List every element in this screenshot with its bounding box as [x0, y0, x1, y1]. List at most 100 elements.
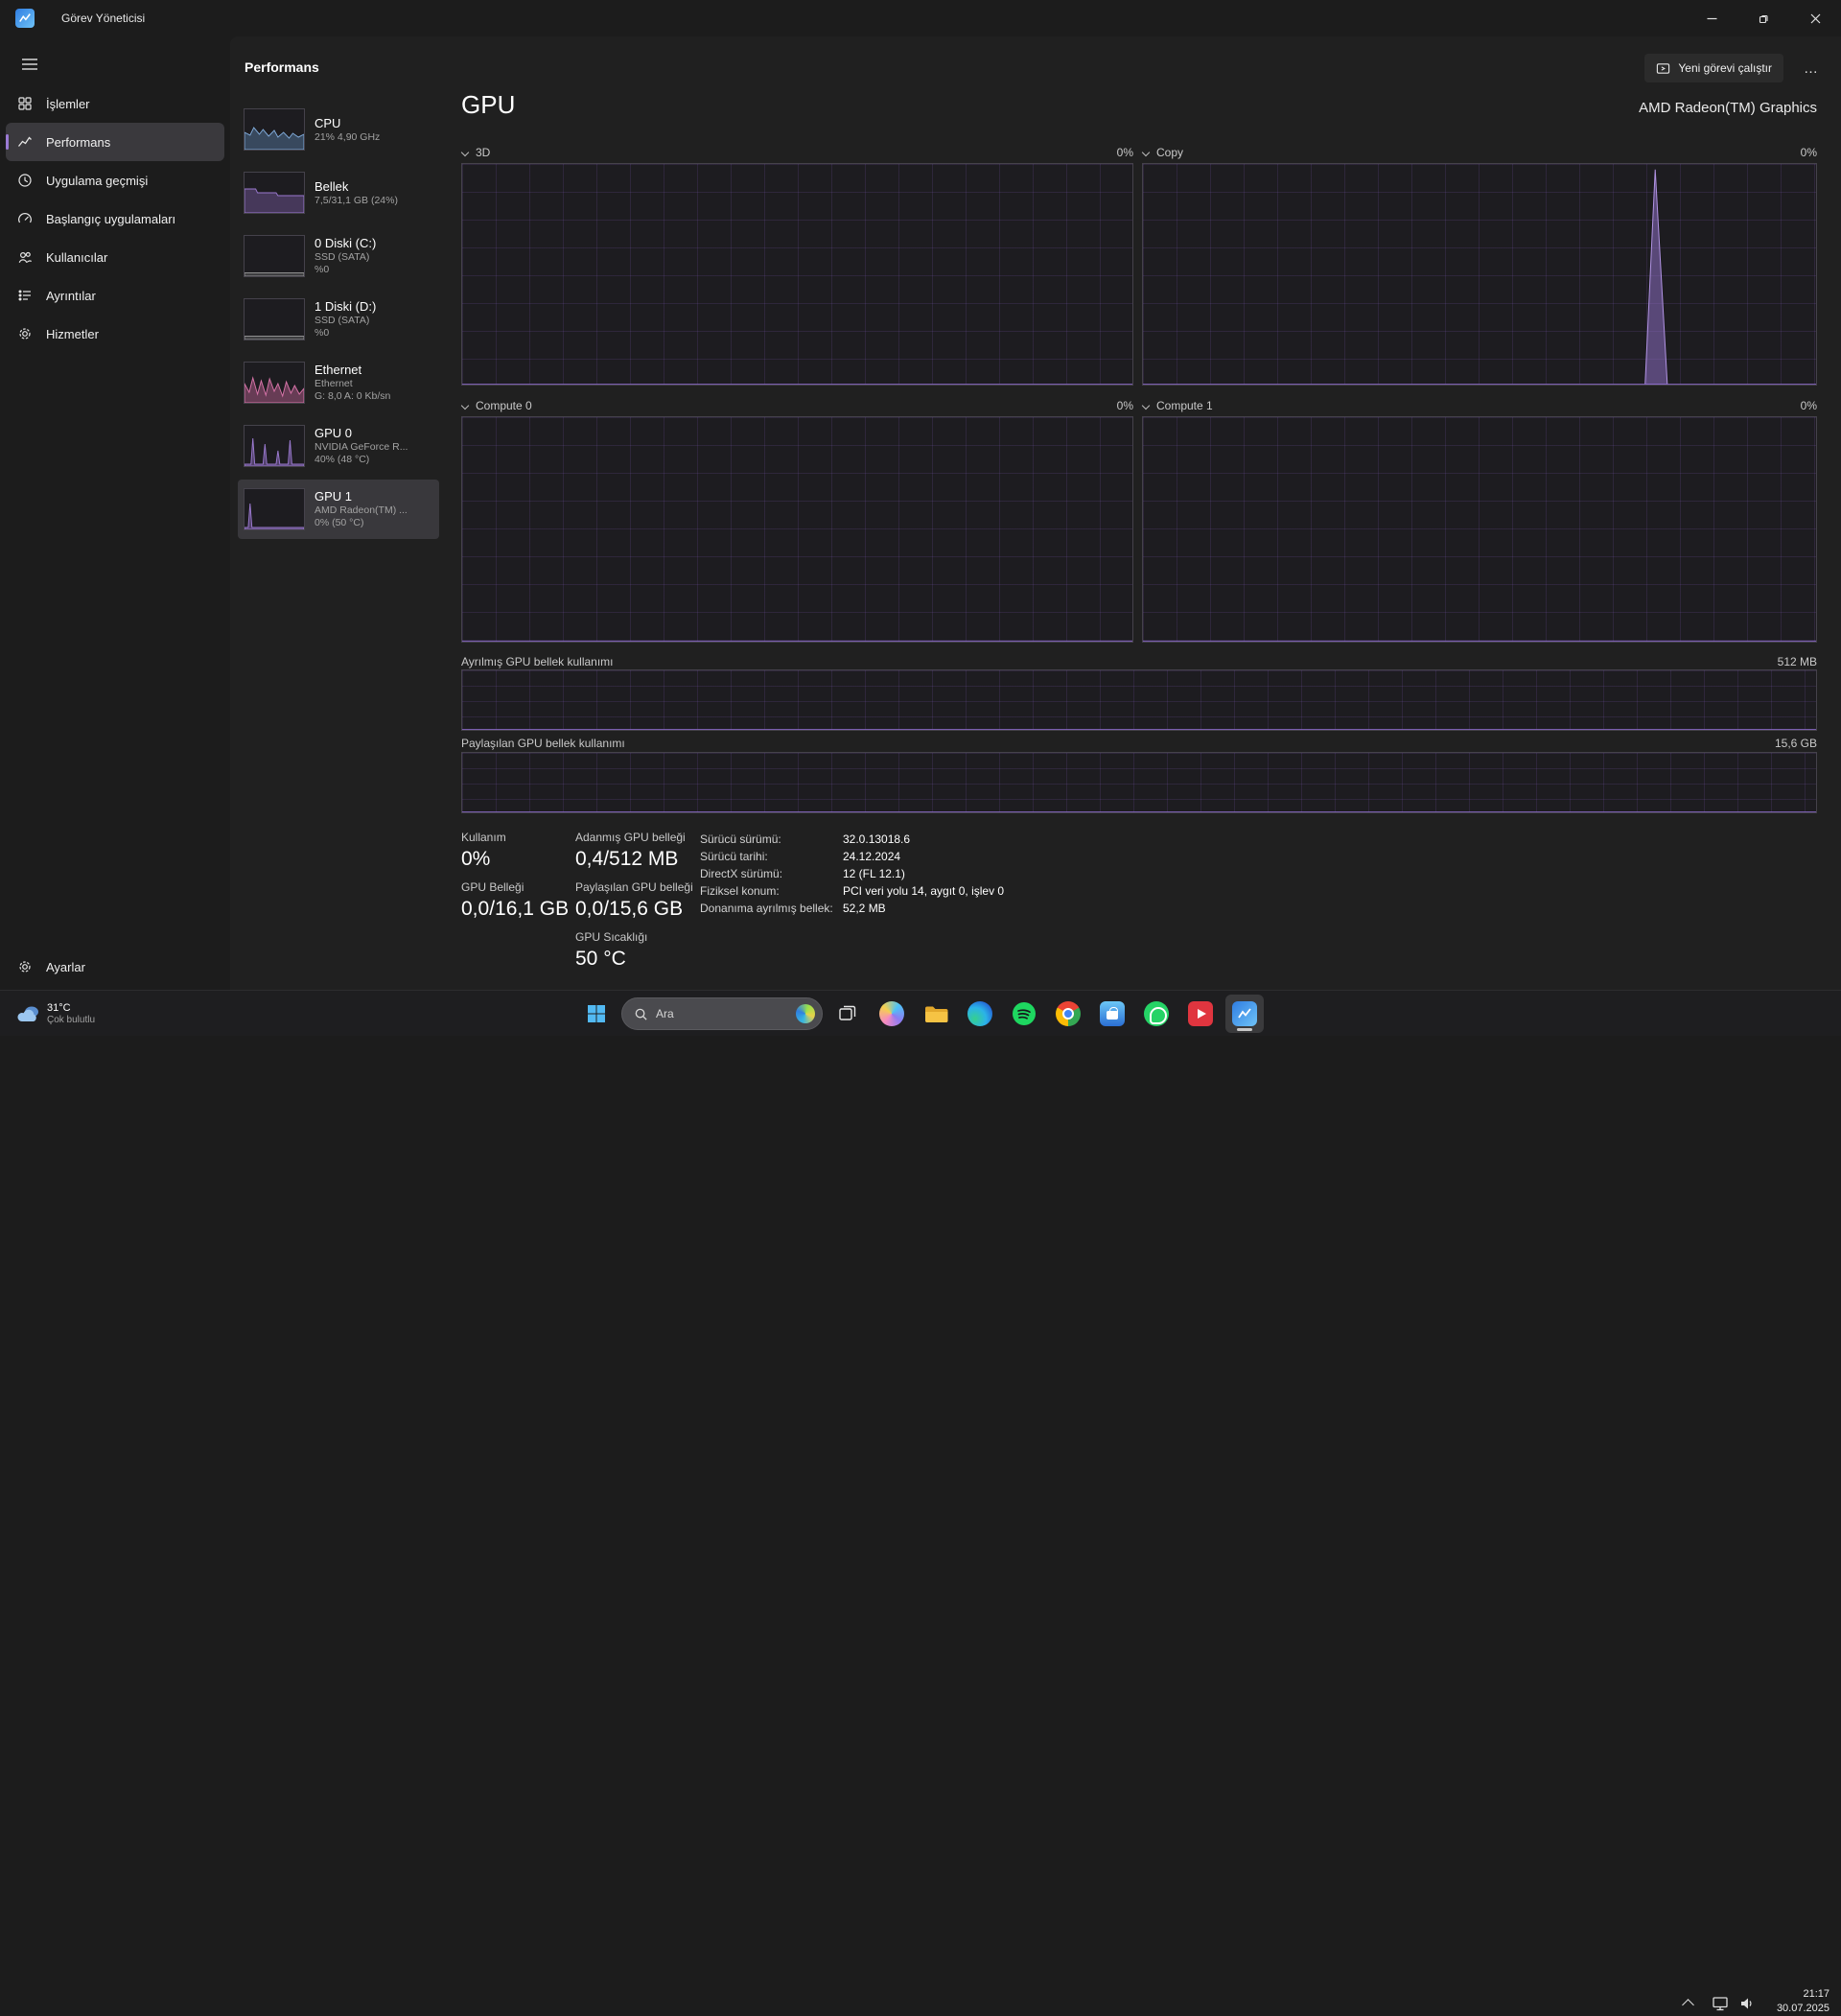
- red-app-button[interactable]: [1181, 995, 1220, 1033]
- network-icon[interactable]: [1711, 1994, 1730, 2013]
- nav-item-app-history[interactable]: Uygulama geçmişi: [6, 161, 224, 199]
- nav-item-startup-apps[interactable]: Başlangıç uygulamaları: [6, 199, 224, 238]
- nav-item-details[interactable]: Ayrıntılar: [6, 276, 224, 315]
- task-manager-window: Görev Yöneticisi: [0, 0, 1841, 1036]
- stat-gpu-memory: GPU Belleği 0,0/16,1 GB: [461, 880, 569, 921]
- taskbar-center: Ara: [577, 995, 1264, 1033]
- copilot-icon: [879, 1001, 904, 1026]
- chart-compute1: [1142, 416, 1817, 643]
- search-icon: [634, 1007, 648, 1021]
- shared-memory-header: Paylaşılan GPU bellek kullanımı 15,6 GB: [461, 737, 1817, 750]
- startup-gauge-icon: [17, 211, 33, 226]
- minimize-button[interactable]: [1686, 0, 1737, 36]
- run-task-icon: [1656, 61, 1670, 76]
- taskbar-clock[interactable]: 21:17 30.07.2025: [1777, 1987, 1829, 2016]
- dedicated-memory-max: 512 MB: [1778, 655, 1817, 668]
- nav-item-label: Hizmetler: [46, 327, 99, 341]
- nav-item-services[interactable]: Hizmetler: [6, 315, 224, 353]
- chart-3d: [461, 163, 1133, 386]
- device-item-gpu0[interactable]: GPU 0 NVIDIA GeForce R... 40% (48 °C): [238, 416, 439, 476]
- run-task-label: Yeni görevi çalıştır: [1678, 61, 1772, 75]
- edge-icon: [967, 1001, 992, 1026]
- chart-value-copy: 0%: [1801, 146, 1817, 159]
- more-options-button[interactable]: …: [1795, 54, 1828, 82]
- chart-label-copy: Copy: [1156, 146, 1183, 159]
- directx-version-label: DirectX sürümü:: [700, 867, 782, 880]
- page-title: Performans: [245, 59, 319, 75]
- chevron-down-icon[interactable]: [461, 149, 470, 157]
- gpu-panel-title: GPU: [461, 90, 515, 120]
- task-manager-icon: [1232, 1001, 1257, 1026]
- nav-item-processes[interactable]: İşlemler: [6, 84, 224, 123]
- search-label: Ara: [656, 1007, 788, 1020]
- chart-header-3d: 3D 0%: [461, 144, 1133, 161]
- device-item-cpu[interactable]: CPU 21% 4,90 GHz: [238, 100, 439, 159]
- store-icon: [1100, 1001, 1125, 1026]
- history-icon: [17, 173, 33, 188]
- cpu-mini-chart: [244, 108, 305, 151]
- gpu-device-name: AMD Radeon(TM) Graphics: [1639, 100, 1817, 116]
- disk-c-mini-chart: [244, 235, 305, 277]
- chevron-down-icon[interactable]: [461, 402, 470, 410]
- stat-dedicated-memory: Adanmış GPU belleği 0,4/512 MB: [575, 831, 686, 871]
- users-icon: [17, 249, 33, 265]
- task-view-button[interactable]: [828, 995, 867, 1033]
- close-button[interactable]: [1789, 0, 1841, 36]
- run-new-task-button[interactable]: Yeni görevi çalıştır: [1644, 54, 1783, 82]
- performance-icon: [17, 134, 33, 150]
- copilot-button[interactable]: [873, 995, 911, 1033]
- ethernet-mini-chart: [244, 362, 305, 404]
- stat-gpu-temperature: GPU Sıcaklığı 50 °C: [575, 930, 647, 971]
- device-item-memory[interactable]: Bellek 7,5/31,1 GB (24%): [238, 163, 439, 223]
- store-button[interactable]: [1093, 995, 1131, 1033]
- chart-label-compute0: Compute 0: [476, 399, 532, 412]
- device-item-disk-c[interactable]: 0 Diski (C:) SSD (SATA) %0: [238, 226, 439, 286]
- chart-value-compute0: 0%: [1117, 399, 1133, 412]
- dedicated-memory-chart: [461, 669, 1817, 731]
- physical-location-value: PCI veri yolu 14, aygıt 0, işlev 0: [843, 884, 1004, 898]
- file-explorer-button[interactable]: [917, 995, 955, 1033]
- gpu1-mini-chart: [244, 488, 305, 530]
- clock-time: 21:17: [1777, 1987, 1829, 2002]
- green-app-button[interactable]: [1137, 995, 1176, 1033]
- search-highlight-icon: [796, 1004, 815, 1023]
- nav-item-users[interactable]: Kullanıcılar: [6, 238, 224, 276]
- restore-button[interactable]: [1737, 0, 1789, 36]
- nav-item-settings[interactable]: Ayarlar: [6, 948, 224, 986]
- dedicated-memory-label: Ayrılmış GPU bellek kullanımı: [461, 655, 614, 668]
- hamburger-menu-icon[interactable]: [12, 48, 48, 81]
- nav-item-label: Ayarlar: [46, 960, 85, 974]
- spotify-button[interactable]: [1005, 995, 1043, 1033]
- weather-widget[interactable]: 31°C Çok bulutlu: [10, 996, 101, 1032]
- nav-item-label: Uygulama geçmişi: [46, 174, 148, 188]
- chart-header-compute1: Compute 1 0%: [1142, 397, 1817, 414]
- nav-item-performance[interactable]: Performans: [6, 123, 224, 161]
- task-manager-app-icon: [15, 9, 35, 28]
- window-controls: [1686, 0, 1841, 36]
- red-app-icon: [1188, 1001, 1213, 1026]
- device-item-ethernet[interactable]: Ethernet Ethernet G: 8,0 A: 0 Kb/sn: [238, 353, 439, 412]
- shared-memory-label: Paylaşılan GPU bellek kullanımı: [461, 737, 625, 750]
- chart-value-3d: 0%: [1117, 146, 1133, 159]
- chevron-down-icon[interactable]: [1142, 402, 1151, 410]
- nav-item-label: İşlemler: [46, 97, 90, 111]
- task-manager-taskbar-button[interactable]: [1225, 995, 1264, 1033]
- green-app-icon: [1144, 1001, 1169, 1026]
- edge-button[interactable]: [961, 995, 999, 1033]
- chart-compute0: [461, 416, 1133, 643]
- chart-label-3d: 3D: [476, 146, 490, 159]
- volume-icon[interactable]: [1737, 1994, 1757, 2013]
- chevron-down-icon[interactable]: [1142, 149, 1151, 157]
- stat-shared-memory: Paylaşılan GPU belleği 0,0/15,6 GB: [575, 880, 693, 921]
- chrome-icon: [1056, 1001, 1081, 1026]
- chart-copy: [1142, 163, 1817, 386]
- copy-usage-spike: [1143, 164, 1816, 385]
- shared-memory-max: 15,6 GB: [1775, 737, 1817, 750]
- taskbar-search[interactable]: Ara: [621, 997, 823, 1030]
- start-button[interactable]: [577, 995, 616, 1033]
- chrome-button[interactable]: [1049, 995, 1087, 1033]
- task-view-icon: [836, 1002, 859, 1025]
- device-item-disk-d[interactable]: 1 Diski (D:) SSD (SATA) %0: [238, 290, 439, 349]
- tray-chevron-up-icon[interactable]: [1682, 1999, 1694, 2011]
- device-item-gpu1[interactable]: GPU 1 AMD Radeon(TM) ... 0% (50 °C): [238, 480, 439, 539]
